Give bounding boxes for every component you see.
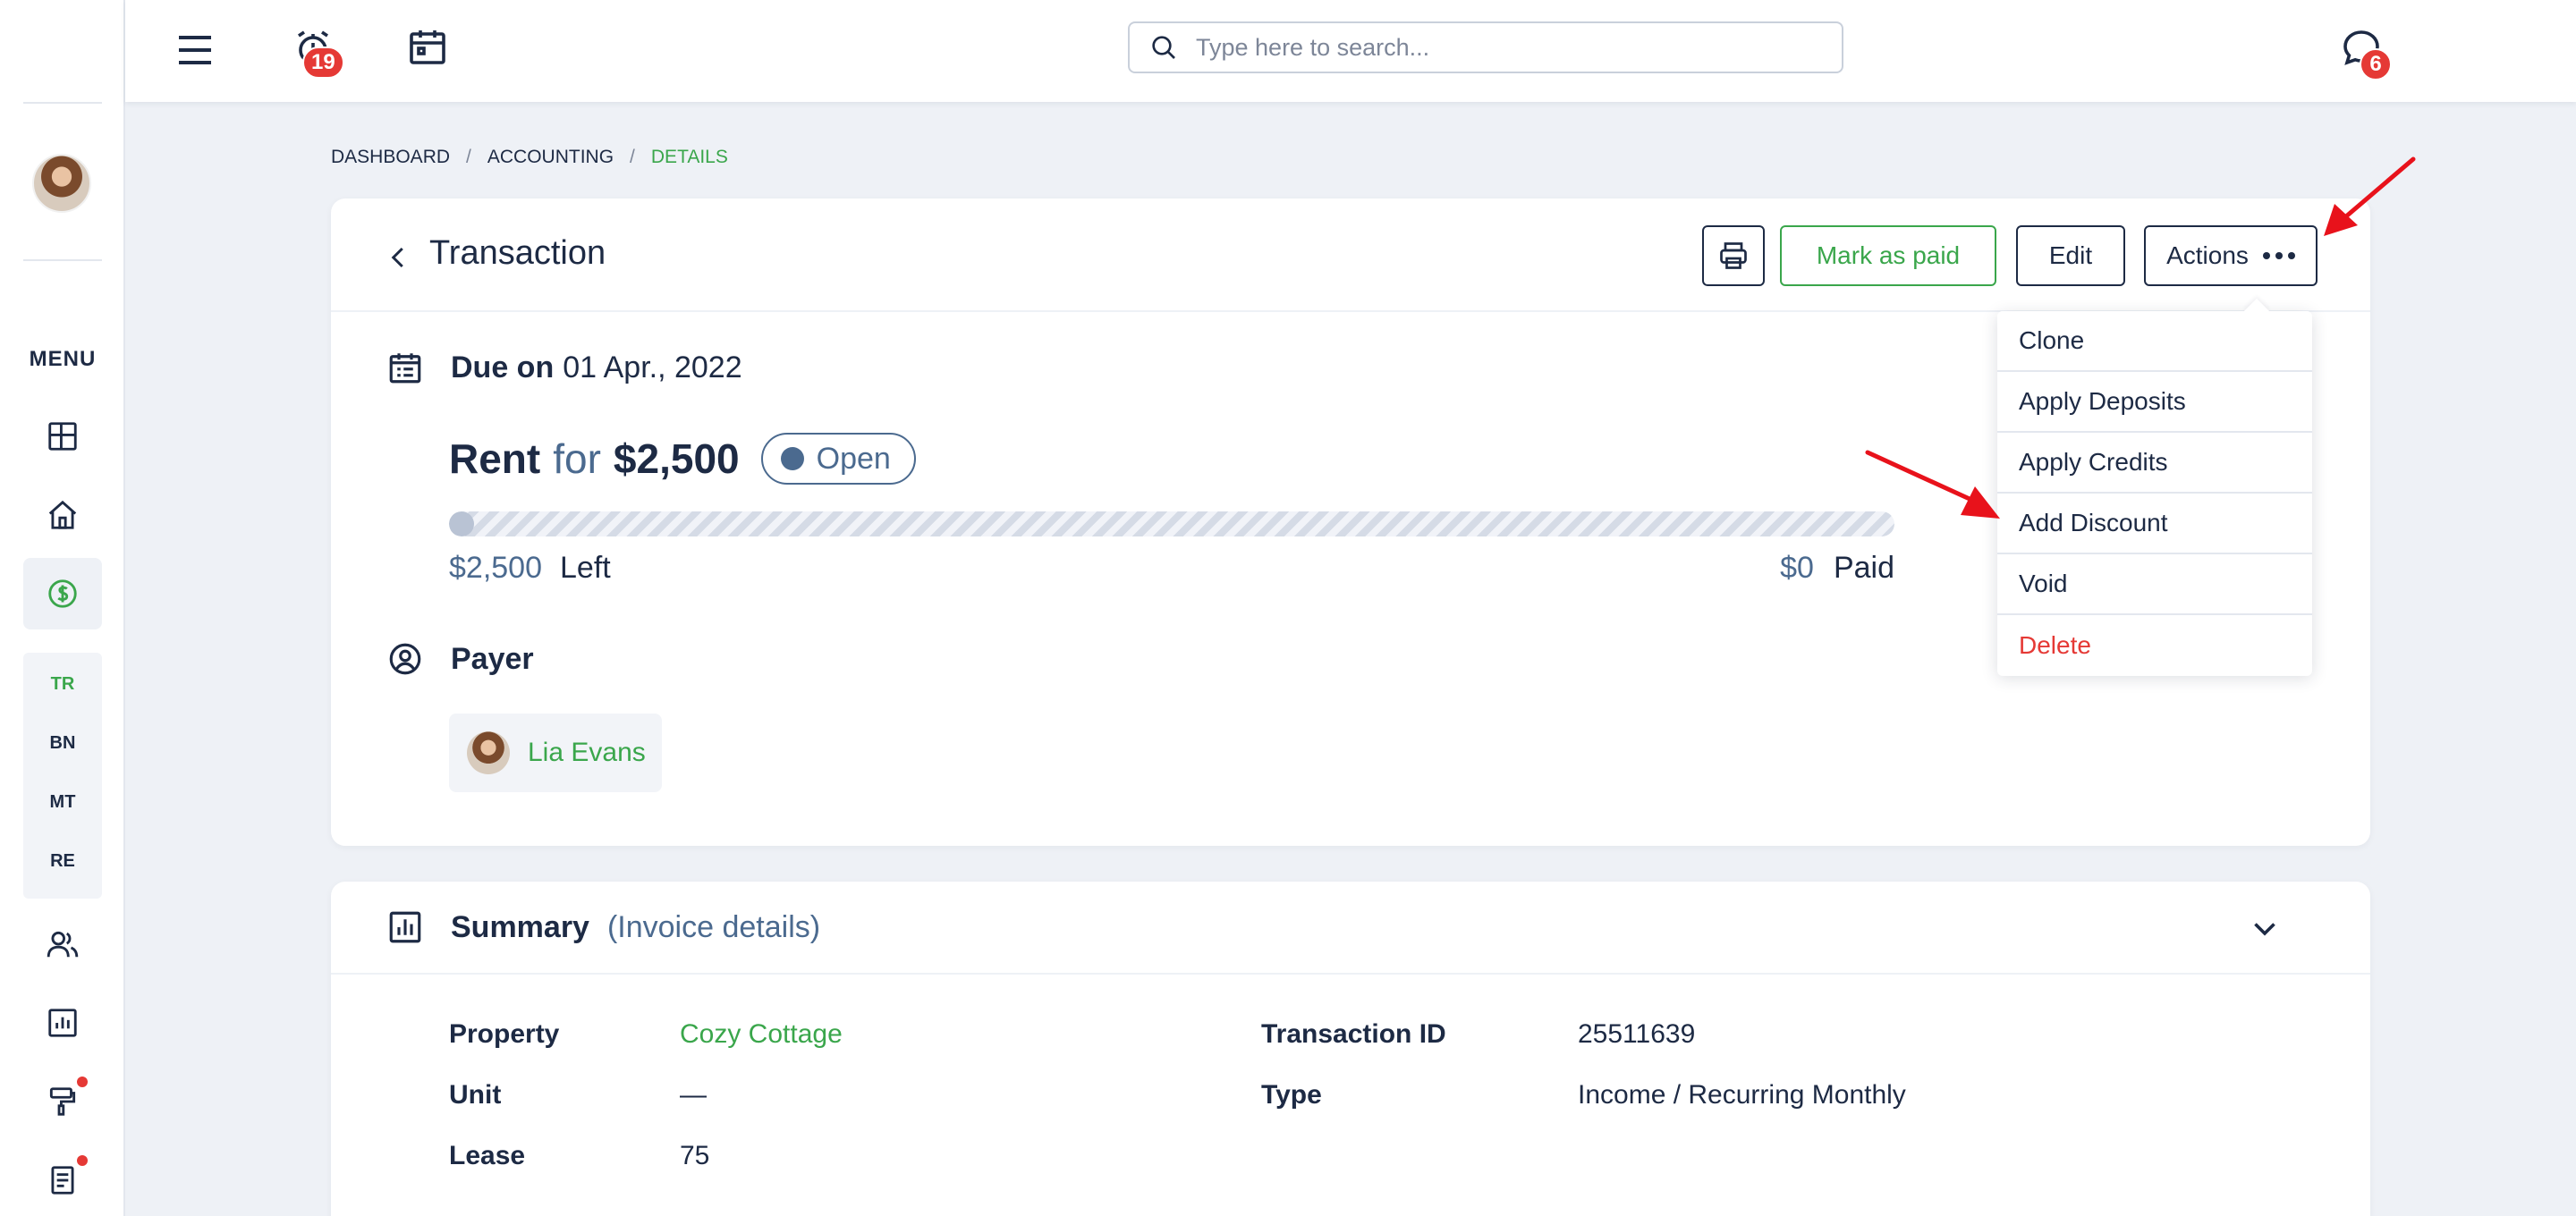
alerts-badge: 19 xyxy=(302,46,344,79)
due-date: 01 Apr., 2022 xyxy=(563,350,742,384)
calendar-icon[interactable] xyxy=(402,21,453,72)
summary-title-row: Summary (Invoice details) xyxy=(386,908,820,946)
type-value: Income / Recurring Monthly xyxy=(1578,1080,1906,1110)
reports-icon[interactable] xyxy=(39,1000,86,1046)
paid-amount: $0 xyxy=(1780,551,1814,585)
print-button[interactable] xyxy=(1702,225,1765,286)
breadcrumb-separator: / xyxy=(630,147,635,167)
transaction-id-label: Transaction ID xyxy=(1261,1019,1446,1049)
unit-label: Unit xyxy=(449,1080,502,1110)
sidebar-divider xyxy=(23,102,102,104)
menu-item-void[interactable]: Void xyxy=(1997,554,2312,615)
status-badge: Open xyxy=(760,433,916,485)
status-dot xyxy=(780,447,804,470)
charge-amount: $2,500 xyxy=(613,435,740,482)
home-icon[interactable] xyxy=(39,492,86,538)
lease-value: 75 xyxy=(680,1141,710,1170)
menu-item-apply-credits[interactable]: Apply Credits xyxy=(1997,433,2312,494)
users-icon[interactable] xyxy=(39,921,86,967)
submenu-item-mt[interactable]: MT xyxy=(23,792,102,813)
notification-dot xyxy=(77,1077,88,1087)
accounting-icon[interactable] xyxy=(39,570,86,617)
summary-card: Summary (Invoice details) Property Cozy … xyxy=(331,882,2370,1216)
actions-button-label: Actions xyxy=(2166,241,2249,269)
menu-label: MENU xyxy=(29,347,97,371)
left-label: Left xyxy=(560,551,611,585)
transaction-id-value: 25511639 xyxy=(1578,1019,1696,1049)
annotation-arrow-actions xyxy=(2324,156,2416,236)
more-dots-icon xyxy=(2262,252,2295,259)
breadcrumb-details: DETAILS xyxy=(650,147,728,167)
menu-item-apply-deposits[interactable]: Apply Deposits xyxy=(1997,372,2312,433)
summary-title: Summary xyxy=(451,909,589,944)
due-row: Due on 01 Apr., 2022 xyxy=(386,349,742,386)
property-label: Property xyxy=(449,1019,560,1049)
printer-icon xyxy=(1720,242,1747,269)
property-link[interactable]: Cozy Cottage xyxy=(680,1019,843,1050)
sidebar-divider xyxy=(23,259,102,261)
rent-row: Rent for $2,500 Open xyxy=(449,433,916,485)
user-circle-icon xyxy=(389,643,421,675)
bar-chart-icon xyxy=(389,911,421,943)
edit-button[interactable]: Edit xyxy=(2016,225,2125,286)
menu-item-add-discount[interactable]: Add Discount xyxy=(1997,494,2312,554)
back-arrow-icon[interactable] xyxy=(381,240,417,275)
payer-chip[interactable]: Lia Evans xyxy=(449,714,662,792)
payer-name: Lia Evans xyxy=(528,738,646,767)
amount-left: $2,500 Left xyxy=(449,551,611,586)
breadcrumb-dashboard[interactable]: DASHBOARD xyxy=(331,147,450,168)
for-label: for xyxy=(553,435,601,482)
left-amount: $2,500 xyxy=(449,551,542,585)
submenu-item-tr[interactable]: TR xyxy=(23,674,102,695)
paid-label: Paid xyxy=(1833,551,1894,585)
payer-avatar xyxy=(467,731,510,774)
mark-as-paid-button[interactable]: Mark as paid xyxy=(1780,225,1996,286)
top-bar: 19 6 xyxy=(125,0,2576,102)
payer-row: Payer xyxy=(386,640,534,678)
submenu-item-bn[interactable]: BN xyxy=(23,733,102,754)
page-title: Transaction xyxy=(429,234,606,272)
sidebar: MENU TR BN MT RE xyxy=(0,0,125,1216)
payer-label: Payer xyxy=(451,641,534,676)
summary-header[interactable]: Summary (Invoice details) xyxy=(331,882,2370,975)
user-avatar[interactable] xyxy=(32,154,91,213)
card-header: Transaction Mark as paid Edit Actions xyxy=(331,198,2370,312)
lease-label: Lease xyxy=(449,1141,526,1170)
annotation-arrow-add-discount xyxy=(1865,450,2000,519)
search-icon xyxy=(1152,36,1175,59)
due-label: Due on xyxy=(451,350,555,384)
menu-item-clone[interactable]: Clone xyxy=(1997,311,2312,372)
hamburger-menu-icon[interactable] xyxy=(170,25,220,75)
dashboard-icon[interactable] xyxy=(39,413,86,460)
payment-progress-bar xyxy=(449,511,1894,536)
submenu-item-re[interactable]: RE xyxy=(23,851,102,872)
notification-dot xyxy=(77,1155,88,1166)
type-label: Type xyxy=(1261,1080,1322,1110)
breadcrumb: DASHBOARD / ACCOUNTING / DETAILS xyxy=(331,147,728,168)
amount-paid: $0 Paid xyxy=(1780,551,1894,586)
charge-name: Rent xyxy=(449,435,541,482)
breadcrumb-accounting[interactable]: ACCOUNTING xyxy=(487,147,614,168)
progress-fill xyxy=(449,511,474,536)
menu-item-delete[interactable]: Delete xyxy=(1997,615,2312,676)
summary-subtitle: (Invoice details) xyxy=(606,909,821,944)
actions-button[interactable]: Actions xyxy=(2144,225,2318,286)
breadcrumb-separator: / xyxy=(466,147,471,167)
search-bar[interactable] xyxy=(1128,21,1843,73)
messages-badge: 6 xyxy=(2360,48,2392,80)
status-label: Open xyxy=(816,441,891,476)
actions-dropdown: Clone Apply Deposits Apply Credits Add D… xyxy=(1997,311,2312,676)
calendar-list-icon xyxy=(389,353,421,384)
chevron-down-icon[interactable] xyxy=(2249,912,2281,944)
unit-value: — xyxy=(680,1080,707,1110)
search-input[interactable] xyxy=(1196,33,1804,62)
